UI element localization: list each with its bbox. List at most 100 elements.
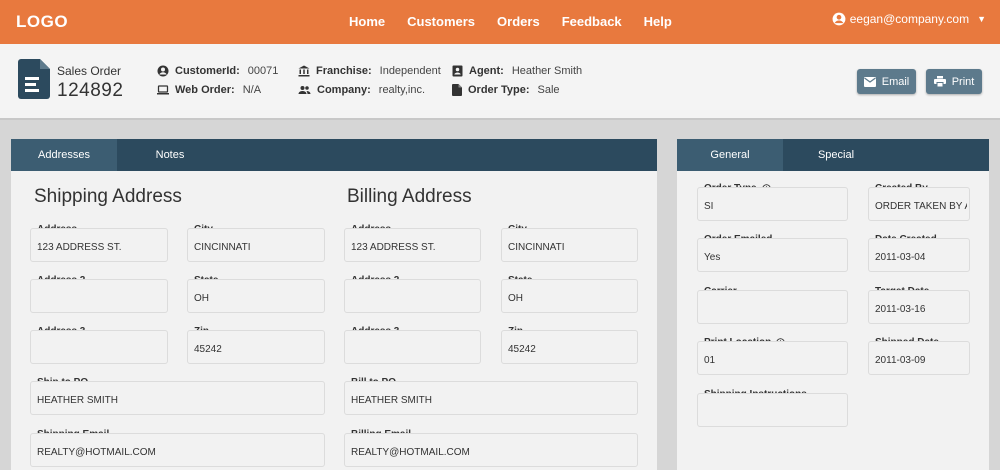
order-type-general-field[interactable]: SI xyxy=(697,187,848,221)
agent-label: Agent: xyxy=(469,65,504,77)
print-location-value: 01 xyxy=(704,355,716,366)
order-emailed-value: Yes xyxy=(704,252,721,263)
web-order: Web Order: N/A xyxy=(157,84,261,96)
carrier-field[interactable] xyxy=(697,290,848,324)
order-type: Order Type: Sale xyxy=(452,84,560,96)
nav-home[interactable]: Home xyxy=(349,14,385,29)
chevron-down-icon: ▼ xyxy=(977,14,986,24)
tab-addresses[interactable]: Addresses xyxy=(11,139,117,171)
general-tabs: General Special xyxy=(677,139,989,171)
shipping-state-field[interactable]: OH xyxy=(187,279,325,313)
shipping-email-value: REALTY@HOTMAIL.COM xyxy=(37,447,156,458)
agent-value: Heather Smith xyxy=(511,65,583,77)
order-type-label: Sales Order xyxy=(57,64,122,78)
billing-zip-value: 45242 xyxy=(508,344,536,355)
customer-id-value: 00071 xyxy=(247,65,279,77)
billing-address2-field[interactable] xyxy=(344,279,481,313)
printer-icon xyxy=(933,76,946,87)
created-by-value: ORDER TAKEN BY AM xyxy=(875,201,967,212)
created-by-field[interactable]: ORDER TAKEN BY AM xyxy=(868,187,970,221)
date-created-value: 2011-03-04 xyxy=(875,252,926,263)
billing-city-value: CINCINNATI xyxy=(508,242,565,253)
franchise-label: Franchise: xyxy=(316,65,372,77)
company-label: Company: xyxy=(317,84,371,96)
nav-links: Home Customers Orders Feedback Help xyxy=(349,14,694,29)
user-menu[interactable]: eegan@company.com ▼ xyxy=(832,12,986,26)
billing-address-value: 123 ADDRESS ST. xyxy=(351,242,436,253)
order-emailed-field[interactable]: Yes xyxy=(697,238,848,272)
billing-zip-field[interactable]: 45242 xyxy=(501,330,638,364)
shipping-city-value: CINCINNATI xyxy=(194,242,251,253)
bill-to-po-value: HEATHER SMITH xyxy=(351,395,432,406)
print-button-label: Print xyxy=(951,75,975,88)
shipping-address3-field[interactable] xyxy=(30,330,168,364)
ship-to-po-value: HEATHER SMITH xyxy=(37,395,118,406)
shipped-date-field[interactable]: 2011-03-09 xyxy=(868,341,970,375)
franchise-value: Independent xyxy=(379,65,441,77)
order-type-field-label: Order Type: xyxy=(468,84,530,96)
company-value: realty,inc. xyxy=(378,84,426,96)
shipping-city-field[interactable]: CINCINNATI xyxy=(187,228,325,262)
shipping-address-title: Shipping Address xyxy=(34,186,182,207)
franchise: Franchise: Independent xyxy=(298,65,441,77)
top-nav: LOGO Home Customers Orders Feedback Help… xyxy=(0,0,1000,44)
account-circle-icon xyxy=(832,12,846,26)
ship-to-po-field[interactable]: HEATHER SMITH xyxy=(30,381,325,415)
nav-feedback[interactable]: Feedback xyxy=(562,14,622,29)
shipping-address-field[interactable]: 123 ADDRESS ST. xyxy=(30,228,168,262)
shipping-address2-field[interactable] xyxy=(30,279,168,313)
agent: Agent: Heather Smith xyxy=(452,65,582,77)
date-created-field[interactable]: 2011-03-04 xyxy=(868,238,970,272)
order-type-general-value: SI xyxy=(704,201,714,212)
mail-icon xyxy=(863,76,876,87)
email-button-label: Email xyxy=(881,75,910,88)
shipped-date-value: 2011-03-09 xyxy=(875,355,926,366)
address-tabs: Addresses Notes xyxy=(11,139,657,171)
laptop-icon xyxy=(157,85,169,95)
customer-id: CustomerId: 00071 xyxy=(157,65,278,77)
order-type-value: Sale xyxy=(537,84,560,96)
addresses-panel: Addresses Notes Shipping Address Address… xyxy=(11,139,657,470)
customer-id-label: CustomerId: xyxy=(175,65,240,77)
print-button[interactable]: Print xyxy=(926,69,982,94)
document-icon xyxy=(18,59,50,99)
web-order-label: Web Order: xyxy=(175,84,235,96)
tab-notes[interactable]: Notes xyxy=(117,139,223,171)
nav-help[interactable]: Help xyxy=(644,14,672,29)
billing-address-title: Billing Address xyxy=(347,186,472,207)
general-panel: General Special Order Type SI Created By… xyxy=(677,139,989,470)
bill-to-po-field[interactable]: HEATHER SMITH xyxy=(344,381,638,415)
shipping-zip-field[interactable]: 45242 xyxy=(187,330,325,364)
shipping-state-value: OH xyxy=(194,293,209,304)
shipping-address-value: 123 ADDRESS ST. xyxy=(37,242,122,253)
logo[interactable]: LOGO xyxy=(16,12,68,32)
billing-state-value: OH xyxy=(508,293,523,304)
billing-email-value: REALTY@HOTMAIL.COM xyxy=(351,447,470,458)
print-location-field[interactable]: 01 xyxy=(697,341,848,375)
bank-icon xyxy=(298,65,310,77)
order-header: Sales Order 124892 CustomerId: 00071 Web… xyxy=(0,44,1000,120)
file-icon xyxy=(452,84,462,96)
shipping-zip-value: 45242 xyxy=(194,344,222,355)
billing-address-field[interactable]: 123 ADDRESS ST. xyxy=(344,228,481,262)
shipping-email-field[interactable]: REALTY@HOTMAIL.COM xyxy=(30,433,325,467)
billing-email-field[interactable]: REALTY@HOTMAIL.COM xyxy=(344,433,638,467)
target-date-field[interactable]: 2011-03-16 xyxy=(868,290,970,324)
billing-address3-field[interactable] xyxy=(344,330,481,364)
contact-card-icon xyxy=(452,65,463,77)
account-circle-icon xyxy=(157,65,169,77)
nav-customers[interactable]: Customers xyxy=(407,14,475,29)
nav-orders[interactable]: Orders xyxy=(497,14,540,29)
order-number: 124892 xyxy=(57,80,124,101)
user-email: eegan@company.com xyxy=(849,12,970,26)
shipping-instructions-field[interactable] xyxy=(697,393,848,427)
tab-general[interactable]: General xyxy=(677,139,783,171)
company: Company: realty,inc. xyxy=(298,84,425,96)
tab-special[interactable]: Special xyxy=(783,139,889,171)
billing-state-field[interactable]: OH xyxy=(501,279,638,313)
people-icon xyxy=(298,86,311,94)
target-date-value: 2011-03-16 xyxy=(875,304,926,315)
billing-city-field[interactable]: CINCINNATI xyxy=(501,228,638,262)
email-button[interactable]: Email xyxy=(857,69,916,94)
web-order-value: N/A xyxy=(242,84,262,96)
